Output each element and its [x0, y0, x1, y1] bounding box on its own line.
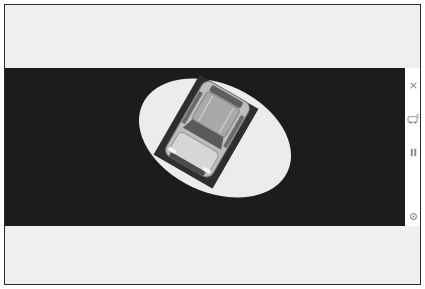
- close-icon[interactable]: [408, 80, 419, 91]
- top-band: [5, 5, 420, 68]
- pause-icon[interactable]: [408, 147, 419, 158]
- right-control-bar: [405, 68, 420, 226]
- vehicle-top-view: [138, 74, 292, 198]
- settings-icon[interactable]: [408, 211, 419, 222]
- display-screen: [4, 4, 421, 285]
- camera-view-panel: [5, 68, 405, 226]
- bottom-band: [5, 226, 420, 284]
- camera-view-icon[interactable]: [407, 113, 420, 124]
